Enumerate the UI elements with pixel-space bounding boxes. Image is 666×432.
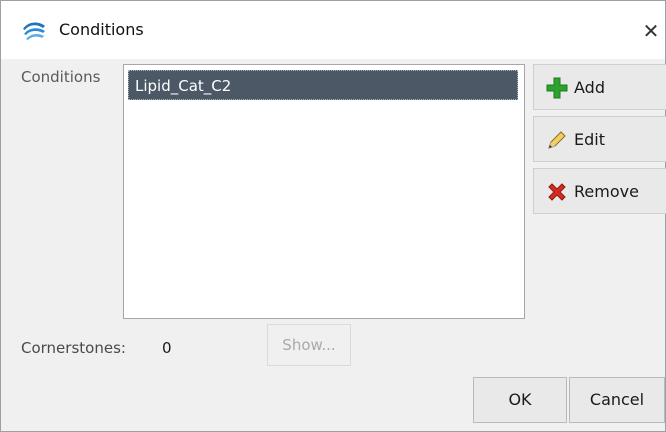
cornerstones-label: Cornerstones: (21, 339, 126, 357)
cornerstones-count: 0 (162, 339, 172, 357)
show-button[interactable]: Show... (267, 324, 351, 366)
add-button-label: Add (574, 78, 605, 97)
edit-button-label: Edit (574, 130, 605, 149)
close-icon: ✕ (642, 19, 660, 43)
ok-button[interactable]: OK (473, 377, 567, 423)
conditions-label: Conditions (21, 68, 101, 86)
pencil-icon (548, 131, 566, 149)
list-item[interactable]: Lipid_Cat_C2 (128, 70, 518, 100)
remove-button-label: Remove (574, 182, 639, 201)
remove-button[interactable]: Remove (533, 168, 666, 214)
edit-button[interactable]: Edit (533, 116, 666, 162)
cancel-button[interactable]: Cancel (569, 377, 665, 423)
conditions-listbox[interactable]: Lipid_Cat_C2 (123, 64, 525, 319)
title-bar: Conditions ✕ (1, 1, 665, 59)
close-button[interactable]: ✕ (637, 11, 665, 51)
window-title: Conditions (59, 20, 144, 39)
plus-icon (546, 77, 568, 99)
add-button[interactable]: Add (533, 64, 666, 110)
x-icon (548, 183, 566, 201)
app-logo-icon (23, 22, 45, 40)
conditions-dialog: Conditions ✕ Conditions Lipid_Cat_C2 Add… (0, 0, 666, 432)
